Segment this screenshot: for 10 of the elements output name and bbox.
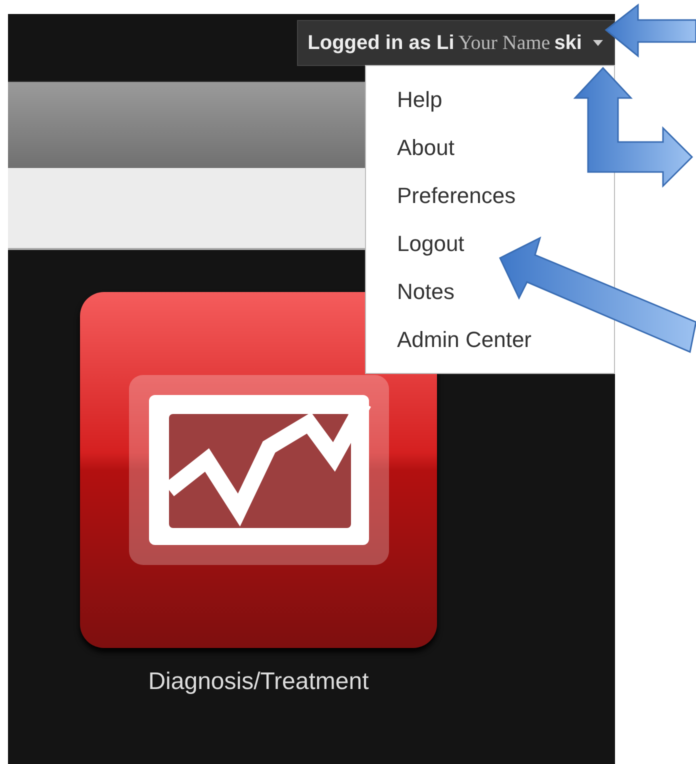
menu-item[interactable]: Preferences <box>397 172 516 220</box>
menu-item[interactable]: About <box>397 124 454 172</box>
menu-item[interactable]: Notes <box>397 268 454 316</box>
menu-item[interactable]: Admin Center <box>397 316 532 364</box>
chart-icon <box>128 375 388 565</box>
user-menu-button[interactable]: Logged in as Li Your Name ski <box>296 20 615 66</box>
menu-item[interactable]: Help <box>397 76 442 124</box>
menu-item[interactable]: Logout <box>397 220 464 268</box>
tile-label: Diagnosis/Treatment <box>148 668 369 696</box>
caret-icon <box>592 39 604 47</box>
